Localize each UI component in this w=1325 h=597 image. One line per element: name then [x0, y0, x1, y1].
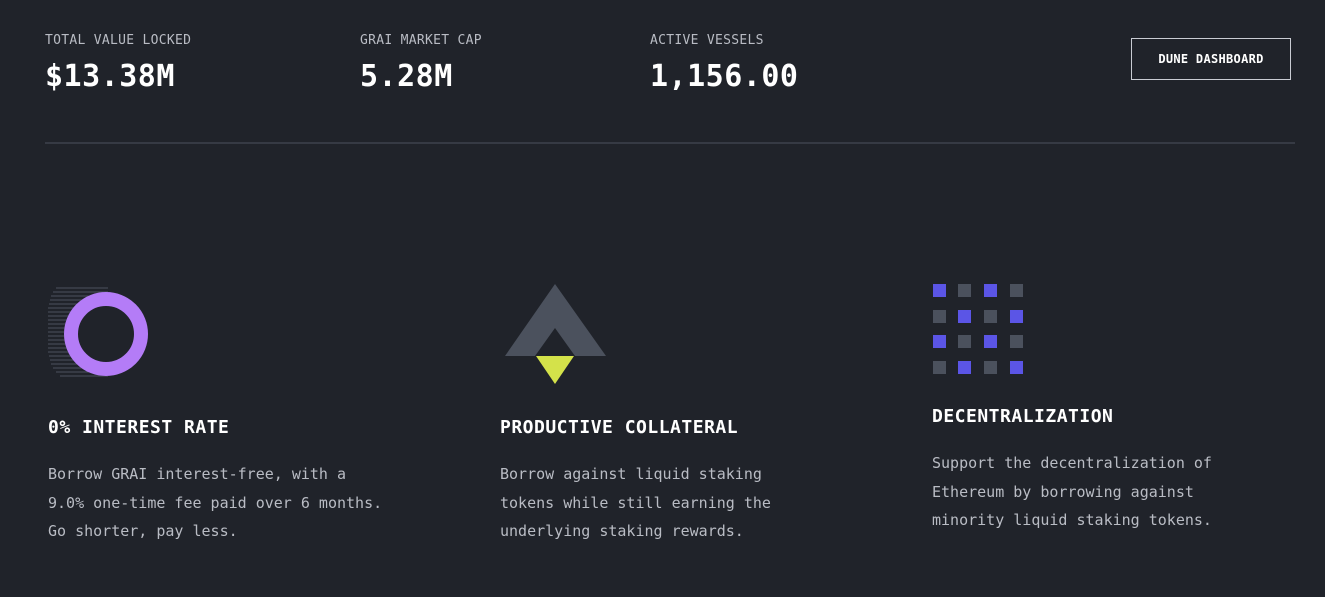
stat-value: 5.28M	[360, 59, 453, 94]
description-line: Support the decentralization of	[932, 454, 1212, 472]
stat-label: TOTAL VALUE LOCKED	[45, 33, 192, 48]
ring-icon	[48, 284, 168, 388]
description-line: tokens while still earning the	[500, 493, 771, 512]
stats-page: TOTAL VALUE LOCKED $13.38M GRAI MARKET C…	[0, 0, 1325, 597]
description-line: Borrow GRAI interest-free, with a	[48, 465, 347, 483]
arrow-up-icon	[505, 284, 607, 390]
description-line: underlying staking rewards.	[500, 522, 744, 540]
description-line: Ethereum by borrowing against	[932, 482, 1194, 501]
stat-value: $13.38M	[45, 59, 175, 94]
grid-dots-icon	[932, 283, 1024, 379]
feature-title: DECENTRALIZATION	[932, 406, 1114, 427]
stat-label: ACTIVE VESSELS	[650, 33, 764, 48]
feature-title: 0% INTEREST RATE	[48, 417, 230, 438]
description-line: minority liquid staking tokens.	[932, 511, 1212, 529]
divider	[45, 142, 1295, 144]
description-line: 9.0% one-time fee paid over 6 months.	[48, 493, 383, 512]
stat-value: 1,156.00	[650, 59, 799, 94]
stat-label: GRAI MARKET CAP	[360, 33, 482, 48]
feature-description: Support the decentralization of Ethereum…	[932, 449, 1302, 535]
stat-grai-market-cap: GRAI MARKET CAP 5.28M	[360, 33, 482, 95]
description-line: Go shorter, pay less.	[48, 522, 238, 540]
description-line: Borrow against liquid staking	[500, 465, 762, 483]
feature-title: PRODUCTIVE COLLATERAL	[500, 417, 739, 438]
feature-description: Borrow against liquid staking tokens whi…	[500, 460, 870, 546]
stat-total-value-locked: TOTAL VALUE LOCKED $13.38M	[45, 33, 191, 95]
stat-active-vessels: ACTIVE VESSELS 1,156.00	[650, 33, 799, 95]
feature-description: Borrow GRAI interest-free, with a 9.0% o…	[48, 460, 418, 546]
dune-dashboard-button[interactable]: DUNE DASHBOARD	[1131, 38, 1291, 80]
